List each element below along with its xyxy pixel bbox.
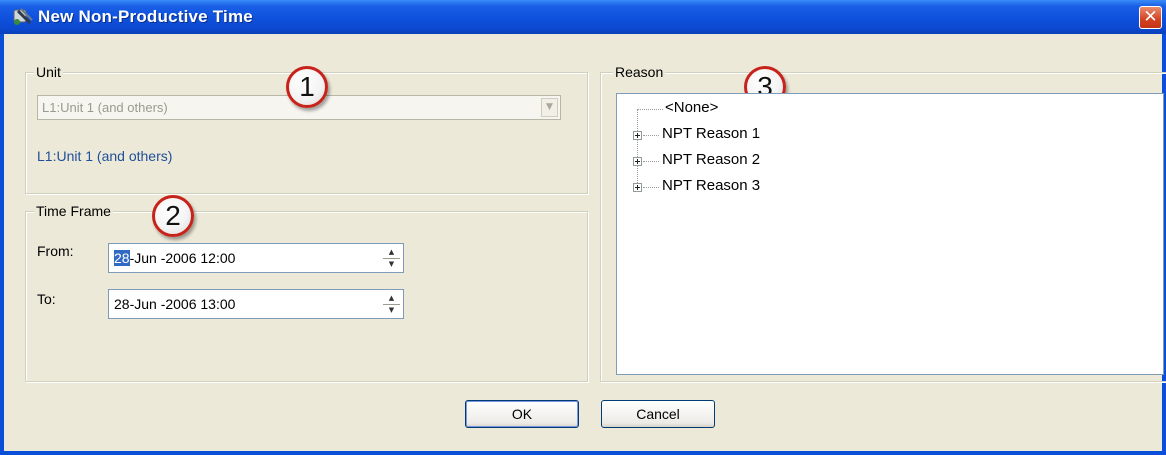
callout-2: 2 [152,195,194,237]
from-datetime-picker[interactable]: 28-Jun -2006 12:00 ▲ ▼ [108,243,404,273]
tree-item-npt-reason-2[interactable]: NPT Reason 2 [662,151,760,171]
tree-item-none[interactable]: <None> [665,99,718,119]
spin-down-icon[interactable]: ▼ [383,304,400,315]
to-label: To: [37,291,56,307]
unit-selection-text: L1:Unit 1 (and others) [37,148,173,164]
tree-connector [637,109,663,110]
spin-up-icon[interactable]: ▲ [383,247,400,258]
from-datetime-rest: -Jun -2006 12:00 [129,250,236,266]
window-title: New Non-Productive Time [38,7,253,26]
close-icon: ✕ [1143,7,1158,27]
ok-button[interactable]: OK [465,400,579,428]
tree-connector [637,109,638,187]
tree-item-label: <None> [665,99,719,116]
from-spinner[interactable]: ▲ ▼ [383,247,400,269]
spin-down-icon[interactable]: ▼ [383,258,400,269]
tree-item-label: NPT Reason 1 [662,125,761,142]
callout-1-number: 1 [299,71,315,102]
time-frame-legend: Time Frame [34,203,113,219]
to-datetime-picker[interactable]: 28-Jun -2006 13:00 ▲ ▼ [108,289,404,319]
reason-tree[interactable]: <None> NPT Reason 1 NPT Reason 2 NPT Rea… [616,93,1164,375]
callout-1: 1 [286,66,328,108]
cancel-button-label: Cancel [636,406,680,422]
title-bar[interactable]: New Non-Productive Time ✕ [0,0,1166,34]
app-icon [13,8,33,25]
chevron-down-icon[interactable]: ▼ [541,98,558,117]
tree-item-npt-reason-1[interactable]: NPT Reason 1 [662,125,760,145]
callout-2-number: 2 [165,200,181,231]
from-day-selected[interactable]: 28 [114,250,130,266]
expand-plus-icon[interactable] [633,183,642,192]
to-spinner[interactable]: ▲ ▼ [383,293,400,315]
tree-connector [643,161,659,162]
tree-connector [643,187,659,188]
ok-button-label: OK [511,406,533,422]
reason-legend: Reason [613,64,666,80]
expand-plus-icon[interactable] [633,157,642,166]
close-button[interactable]: ✕ [1139,6,1162,29]
unit-combobox-value: L1:Unit 1 (and others) [42,100,168,115]
tree-item-label: NPT Reason 3 [662,177,761,194]
dialog-content: Unit L1:Unit 1 (and others) ▼ L1:Unit 1 … [4,34,1166,451]
spin-up-icon[interactable]: ▲ [383,293,400,304]
to-datetime-value[interactable]: 28-Jun -2006 13:00 [114,296,235,312]
tree-connector [643,135,659,136]
from-datetime-value[interactable]: 28-Jun -2006 12:00 [114,250,235,266]
tree-item-label: NPT Reason 2 [662,151,761,168]
expand-plus-icon[interactable] [633,131,642,140]
from-label: From: [37,243,74,259]
unit-legend: Unit [34,64,63,80]
tree-item-npt-reason-3[interactable]: NPT Reason 3 [662,177,760,197]
cancel-button[interactable]: Cancel [601,400,715,428]
dialog-window: New Non-Productive Time ✕ Unit L1:Unit 1… [0,0,1166,455]
